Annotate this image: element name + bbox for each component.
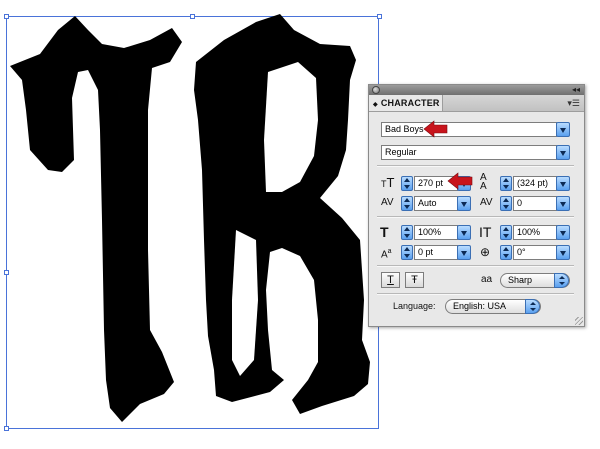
vertical-scale-dropdown-button[interactable] [457, 225, 471, 240]
language-value: English: USA [453, 301, 507, 311]
panel-resize-grip[interactable] [575, 317, 583, 325]
panel-menu-icon[interactable]: ▾☰ [567, 97, 580, 109]
vertical-scale-value: 100% [418, 227, 442, 237]
tracking-field[interactable]: 0 [513, 196, 557, 211]
antialias-value: Sharp [508, 275, 533, 285]
font-size-value: 270 pt [418, 178, 444, 188]
divider [377, 293, 574, 295]
font-size-stepper[interactable] [401, 176, 413, 191]
baseline-shift-dropdown-button[interactable] [457, 245, 471, 260]
tracking-value: 0 [517, 198, 523, 208]
antialias-icon: aa [481, 274, 493, 285]
leading-dropdown-button[interactable] [556, 176, 570, 191]
baseline-shift-stepper[interactable] [401, 245, 413, 260]
tracking-stepper[interactable] [500, 196, 512, 211]
strikethrough-icon: Ŧ [411, 274, 418, 286]
divider [377, 265, 574, 267]
antialias-dropdown-button[interactable] [554, 273, 569, 288]
font-size-dropdown-button[interactable] [457, 176, 471, 191]
vertical-scale-icon: T [380, 224, 389, 240]
rotation-value: 0° [517, 247, 526, 257]
baseline-shift-icon: Aa [381, 248, 392, 261]
kerning-field[interactable]: Auto [414, 196, 458, 211]
font-style-dropdown-button[interactable] [556, 145, 570, 160]
font-size-icon: TT [381, 175, 395, 190]
underline-icon: T [387, 274, 394, 286]
character-panel[interactable]: ◂◂ ◆ CHARACTER ▾☰ Bad Boys Regular TT 270… [368, 84, 585, 327]
horizontal-scale-stepper[interactable] [500, 225, 512, 240]
horizontal-scale-icon: IT [479, 224, 492, 240]
font-size-field[interactable]: 270 pt [414, 176, 458, 191]
leading-value: (324 pt) [517, 178, 549, 188]
rotation-dropdown-button[interactable] [556, 245, 570, 260]
divider [377, 216, 574, 218]
language-label: Language: [393, 301, 436, 311]
tab-toggle-icon[interactable]: ◆ [373, 102, 378, 108]
divider [377, 165, 574, 167]
baseline-shift-field[interactable]: 0 pt [414, 245, 458, 260]
horizontal-scale-dropdown-button[interactable] [556, 225, 570, 240]
language-select[interactable]: English: USA [445, 299, 541, 314]
tracking-dropdown-button[interactable] [556, 196, 570, 211]
tab-character-label: CHARACTER [380, 98, 440, 108]
language-dropdown-button[interactable] [525, 299, 540, 314]
baseline-shift-value: 0 pt [418, 247, 434, 257]
tracking-icon: AV [480, 197, 493, 208]
font-family-dropdown-button[interactable] [556, 122, 570, 137]
rotation-stepper[interactable] [500, 245, 512, 260]
vertical-scale-field[interactable]: 100% [414, 225, 458, 240]
font-style-field[interactable]: Regular [381, 145, 557, 160]
leading-field[interactable]: (324 pt) [513, 176, 557, 191]
vertical-scale-stepper[interactable] [401, 225, 413, 240]
close-icon[interactable] [372, 86, 380, 94]
strikethrough-button[interactable]: Ŧ [405, 272, 424, 288]
horizontal-scale-field[interactable]: 100% [513, 225, 557, 240]
glyph-t [10, 16, 182, 422]
underline-button[interactable]: T [381, 272, 400, 288]
font-family-value: Bad Boys [385, 124, 424, 134]
leading-icon: AA [480, 172, 487, 192]
leading-stepper[interactable] [500, 176, 512, 191]
panel-tab-row: ◆ CHARACTER ▾☰ [369, 95, 584, 112]
font-style-value: Regular [385, 147, 417, 157]
double-arrow-icon[interactable]: ◂◂ [572, 85, 580, 95]
tab-character[interactable]: ◆ CHARACTER [369, 95, 443, 111]
panel-titlebar[interactable]: ◂◂ [369, 85, 584, 95]
kerning-dropdown-button[interactable] [457, 196, 471, 211]
kerning-value: Auto [418, 198, 437, 208]
horizontal-scale-value: 100% [517, 227, 541, 237]
rotation-field[interactable]: 0° [513, 245, 557, 260]
kerning-stepper[interactable] [401, 196, 413, 211]
antialias-select[interactable]: Sharp [500, 273, 570, 288]
character-rotation-icon: ⊕ [480, 245, 491, 259]
kerning-icon: AV [381, 197, 394, 208]
font-family-field[interactable]: Bad Boys [381, 122, 557, 137]
